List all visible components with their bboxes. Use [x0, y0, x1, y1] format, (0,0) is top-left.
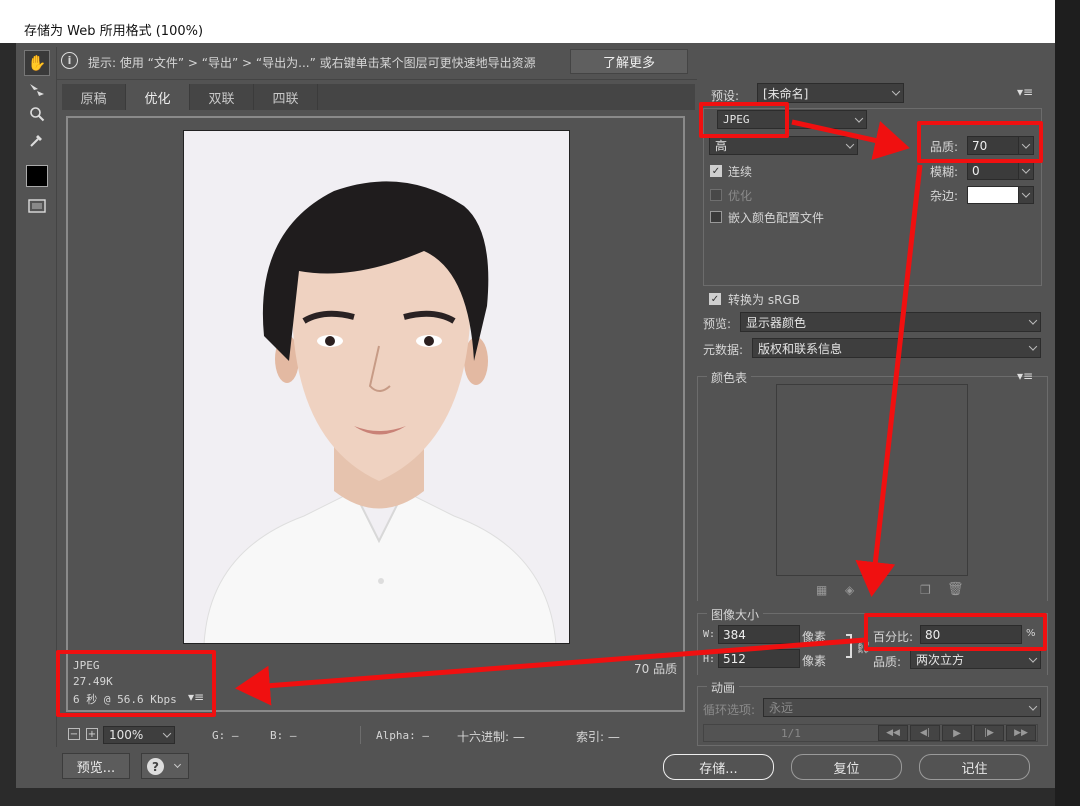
arrow-quality-to-percent [855, 164, 923, 597]
arrow-percent-to-info [235, 637, 866, 706]
arrow-format-to-quality [791, 119, 910, 161]
annotation-arrows [235, 119, 923, 706]
